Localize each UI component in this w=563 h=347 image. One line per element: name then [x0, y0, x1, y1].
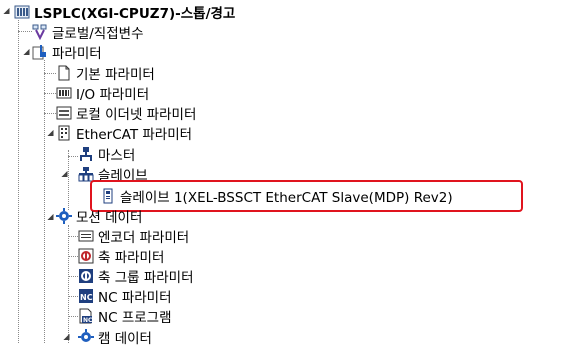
axis-group-icon [78, 268, 94, 284]
master-icon [78, 146, 94, 162]
tree-guide-line [18, 20, 19, 343]
tree-item-local-ethernet-parameters[interactable]: 로컬 이더넷 파라미터 [56, 103, 196, 123]
encoder-icon [78, 228, 94, 244]
tree-guide-line [68, 236, 78, 237]
tree-item-label: 마스터 [98, 148, 136, 164]
tree-item-label: 글로벌/직접변수 [52, 26, 144, 42]
tree-guide-line [68, 256, 78, 257]
collapse-toggle-icon[interactable]: ◢ [60, 169, 69, 178]
tree-item-label: 로컬 이더넷 파라미터 [76, 107, 197, 123]
tree-item-ethercat-parameters[interactable]: EtherCAT 파라미터 [56, 123, 192, 143]
tree-item-master[interactable]: 마스터 [78, 144, 135, 164]
svg-text:NC: NC [83, 317, 93, 324]
tree-item-label: 엔코더 파라미터 [98, 230, 190, 246]
tree-item-label: 모션 데이터 [76, 210, 143, 226]
tree-guide-line [68, 316, 78, 317]
tree-guide-line [44, 73, 56, 74]
tree-item-io-parameters[interactable]: I/O 파라미터 [56, 83, 149, 103]
tree-item-label: EtherCAT 파라미터 [76, 127, 193, 143]
tree-guide-line [68, 225, 69, 343]
global-variables-icon [32, 24, 48, 40]
nc-icon: NC [78, 288, 94, 304]
tree-item-label: 파라미터 [52, 46, 102, 62]
axis-icon [78, 248, 94, 264]
tree-root-plc[interactable]: LSPLC(XGI-CPUZ7)-스톱/경고 [14, 2, 235, 22]
svg-text:NC: NC [80, 293, 93, 302]
tree-guide-line [68, 296, 78, 297]
tree-item-nc-parameters[interactable]: NC NC 파라미터 [78, 286, 172, 306]
slave-device-icon [100, 188, 116, 204]
tree-item-motion-data[interactable]: 모션 데이터 [56, 206, 142, 226]
tree-item-global-variables[interactable]: 글로벌/직접변수 [32, 22, 144, 42]
project-tree: ◢ LSPLC(XGI-CPUZ7)-스톱/경고 글로벌/직접변수 ◢ 파라미터… [0, 0, 563, 347]
tree-guide-line [68, 156, 78, 157]
tree-item-label: 축 파라미터 [98, 250, 165, 266]
tree-item-label: 캠 데이터 [98, 331, 152, 347]
tree-item-label: NC 파라미터 [98, 290, 172, 306]
collapse-toggle-icon[interactable]: ◢ [46, 212, 55, 221]
tree-item-slave-1[interactable]: 슬레이브 1(XEL-BSSCT EtherCAT Slave(MDP) Rev… [100, 186, 453, 206]
tree-item-parameters[interactable]: 파라미터 [32, 42, 102, 62]
tree-guide-line [44, 93, 56, 94]
io-module-icon [56, 85, 72, 101]
tree-item-label: NC 프로그램 [98, 310, 172, 326]
tree-item-basic-parameters[interactable]: 기본 파라미터 [56, 63, 155, 83]
tree-item-axis-group-parameters[interactable]: 축 그룹 파라미터 [78, 266, 194, 286]
tree-root-label: LSPLC(XGI-CPUZ7)-스톱/경고 [34, 6, 236, 22]
tree-guide-line [68, 276, 78, 277]
tree-guide-line [68, 150, 69, 210]
plc-station-icon [14, 4, 30, 20]
tree-item-label: 슬레이브 [98, 168, 148, 184]
tree-item-label: 슬레이브 1(XEL-BSSCT EtherCAT Slave(MDP) Rev… [120, 190, 453, 206]
document-icon [56, 65, 72, 81]
tree-item-encoder-parameters[interactable]: 엔코더 파라미터 [78, 226, 189, 246]
tree-item-slaves[interactable]: 슬레이브 [78, 164, 148, 184]
tree-item-cam-data[interactable]: 캠 데이터 [78, 327, 152, 347]
motion-gear-icon [56, 208, 72, 224]
tree-item-nc-program[interactable]: NC NC 프로그램 [78, 306, 172, 326]
tree-item-label: 축 그룹 파라미터 [98, 270, 194, 286]
tree-guide-line [44, 60, 45, 343]
collapse-toggle-icon[interactable]: ◢ [46, 128, 55, 137]
tree-item-label: 기본 파라미터 [76, 67, 155, 83]
ethernet-icon [56, 105, 72, 121]
tree-guide-line [18, 31, 32, 32]
collapse-toggle-icon[interactable]: ◢ [2, 6, 11, 15]
collapse-toggle-icon[interactable]: ◢ [62, 332, 71, 341]
parameter-folder-icon [32, 44, 48, 60]
ethercat-icon [56, 125, 72, 141]
tree-guide-line [44, 113, 56, 114]
collapse-toggle-icon[interactable]: ◢ [22, 47, 31, 56]
nc-program-icon: NC [78, 308, 94, 324]
slave-group-icon [78, 166, 94, 182]
tree-item-axis-parameters[interactable]: 축 파라미터 [78, 246, 164, 266]
tree-item-label: I/O 파라미터 [76, 87, 150, 103]
